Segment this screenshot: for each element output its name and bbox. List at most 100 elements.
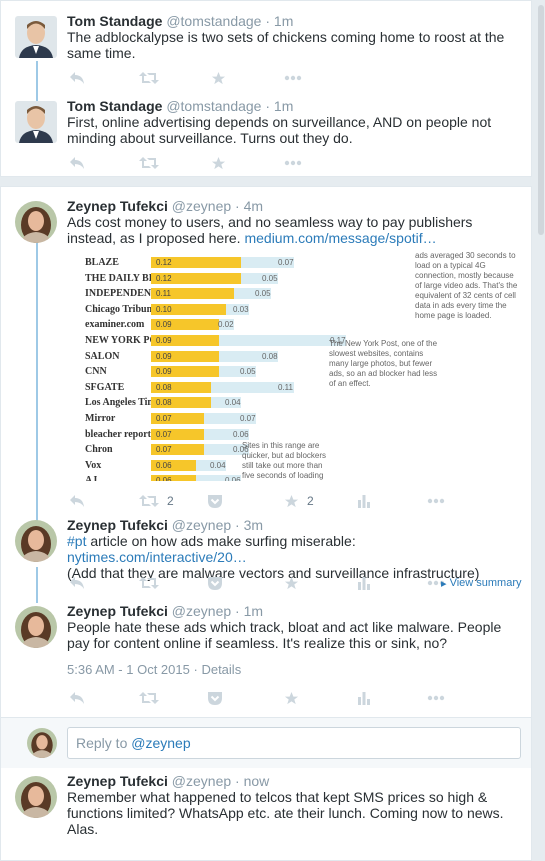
more-icon[interactable] [284,68,302,88]
media-chart-value-ads: 0.09 [156,367,172,377]
media-chart-value-rest: 0.08 [262,351,278,361]
reply-icon[interactable] [69,573,85,593]
media-chart-row: SALON 0.09 0.08 [67,349,521,365]
media-chart-value-ads: 0.07 [156,414,172,423]
user-handle[interactable]: @zeynep [172,603,231,619]
retweet-icon[interactable] [139,68,159,88]
media-chart-value-rest: 0.04 [225,398,241,408]
tweet-actions [67,68,527,88]
user-handle[interactable]: @tomstandage [166,13,261,29]
media-chart-logo: Mirror [85,413,116,424]
user-name[interactable]: Tom Standage [67,13,162,29]
user-handle[interactable]: @zeynep [172,517,231,533]
reply-icon[interactable] [69,153,85,173]
retweet-icon[interactable] [139,688,159,708]
reply-input[interactable]: Reply to @zeynep [67,727,521,759]
media-image[interactable]: BLAZE0.120.07THE DAILY BEAST0.120.05INDE… [67,251,521,481]
favorite-icon[interactable] [211,68,226,88]
hashtag-link[interactable]: #pt [67,533,86,549]
reply-icon[interactable] [69,68,85,88]
media-chart-logo: BLAZE [85,257,119,268]
tweet[interactable]: Tom Standage @tomstandage · 1m The adblo… [1,1,533,91]
avatar [27,728,57,758]
user-name[interactable]: Zeynep Tufekci [67,517,168,533]
tweet-time[interactable]: 3m [244,517,263,533]
media-chart-value-rest: 0.06 [225,476,241,481]
media-chart-logo: examiner.com [85,319,145,331]
user-name[interactable]: Zeynep Tufekci [67,198,168,214]
tweet-time[interactable]: now [244,773,270,789]
favorite-icon[interactable] [211,153,226,173]
more-icon[interactable] [284,153,302,173]
favorite-icon[interactable]: 2 [284,491,314,511]
tweet-link[interactable]: nytimes.com/interactive/20… [67,549,247,565]
avatar[interactable] [15,520,57,562]
media-chart-value-ads: 0.09 [156,336,172,345]
tweet[interactable]: Tom Standage @tomstandage · 1m First, on… [1,91,533,178]
user-name[interactable]: Zeynep Tufekci [67,603,168,619]
tweet-time[interactable]: 1m [274,98,293,114]
media-chart-annotation: The New York Post, one of the slowest we… [329,339,438,388]
media-chart-value-ads: 0.06 [156,460,172,470]
view-summary-label[interactable]: View summary [450,577,522,589]
reply-icon[interactable] [69,688,85,708]
more-icon[interactable] [427,688,445,708]
more-icon[interactable] [427,491,445,511]
tweet-link[interactable]: medium.com/message/spotif… [244,230,436,246]
tweet[interactable]: Zeynep Tufekci @zeynep · 4m Ads cost mon… [1,187,533,517]
tweet-card: Zeynep Tufekci @zeynep · now Remember wh… [0,768,532,861]
separator: · [235,603,240,619]
scrollbar[interactable] [537,0,545,861]
avatar[interactable] [15,776,57,818]
media-chart-value-rest: 0.04 [210,460,226,470]
tweet[interactable]: Zeynep Tufekci @zeynep · 1m People hate … [1,602,533,717]
media-chart-annotation: Sites in this range are quicker, but ad … [242,441,327,480]
avatar[interactable] [15,201,57,243]
analytics-icon[interactable] [357,688,371,708]
tweet-actions: ▸ View summary [67,573,527,593]
tweet-text: First, online advertising depends on sur… [67,114,492,146]
media-chart-row: NEW YORK POST0.090.17 [67,333,521,349]
user-name[interactable]: Tom Standage [67,98,162,114]
media-chart-value-ads: 0.08 [156,398,172,408]
favorite-icon[interactable] [284,688,299,708]
tweet[interactable]: Zeynep Tufekci @zeynep · 3m #pt article … [1,517,533,602]
favorite-icon[interactable] [284,573,299,593]
media-chart-value-rest: 0.07 [278,258,294,267]
tweet-body: article on how ads make surfing miserabl… [86,533,356,549]
media-chart-logo: Chicago Tribune [85,303,157,315]
user-handle[interactable]: @tomstandage [166,98,261,114]
tweet[interactable]: Zeynep Tufekci @zeynep · now Remember wh… [1,768,533,861]
media-chart-row: Los Angeles Times 0.08 0.04 [67,395,521,411]
tweet-timestamp[interactable]: 5:36 AM - 1 Oct 2015 [67,662,190,677]
media-chart-logo: bleacher report [85,428,152,440]
view-summary-link[interactable]: ▸ View summary [441,573,522,593]
tweet-meta: 5:36 AM - 1 Oct 2015 · Details [67,662,242,677]
pocket-icon[interactable] [207,688,223,708]
media-chart-value-rest: 0.11 [278,382,293,392]
tweet-actions [67,688,527,708]
reply-icon[interactable] [69,491,85,511]
analytics-icon[interactable] [357,491,371,511]
separator: · [235,198,240,214]
media-chart-value-rest: 0.07 [240,414,256,423]
analytics-icon[interactable] [357,573,371,593]
retweet-icon[interactable]: 2 [139,491,174,511]
scrollbar-thumb[interactable] [538,5,544,235]
user-handle[interactable]: @zeynep [172,773,231,789]
avatar[interactable] [15,101,57,143]
pocket-icon[interactable] [207,491,223,511]
tweet-time[interactable]: 1m [274,13,293,29]
tweet-time[interactable]: 1m [244,603,263,619]
user-name[interactable]: Zeynep Tufekci [67,773,168,789]
avatar[interactable] [15,16,57,58]
media-chart-value-ads: 0.08 [156,382,172,392]
tweet-time[interactable]: 4m [244,198,263,214]
avatar[interactable] [15,606,57,648]
details-link[interactable]: Details [201,662,241,677]
user-handle[interactable]: @zeynep [172,198,231,214]
media-chart-value-ads: 0.09 [156,320,172,330]
retweet-icon[interactable] [139,573,159,593]
pocket-icon[interactable] [207,573,223,593]
retweet-icon[interactable] [139,153,159,173]
